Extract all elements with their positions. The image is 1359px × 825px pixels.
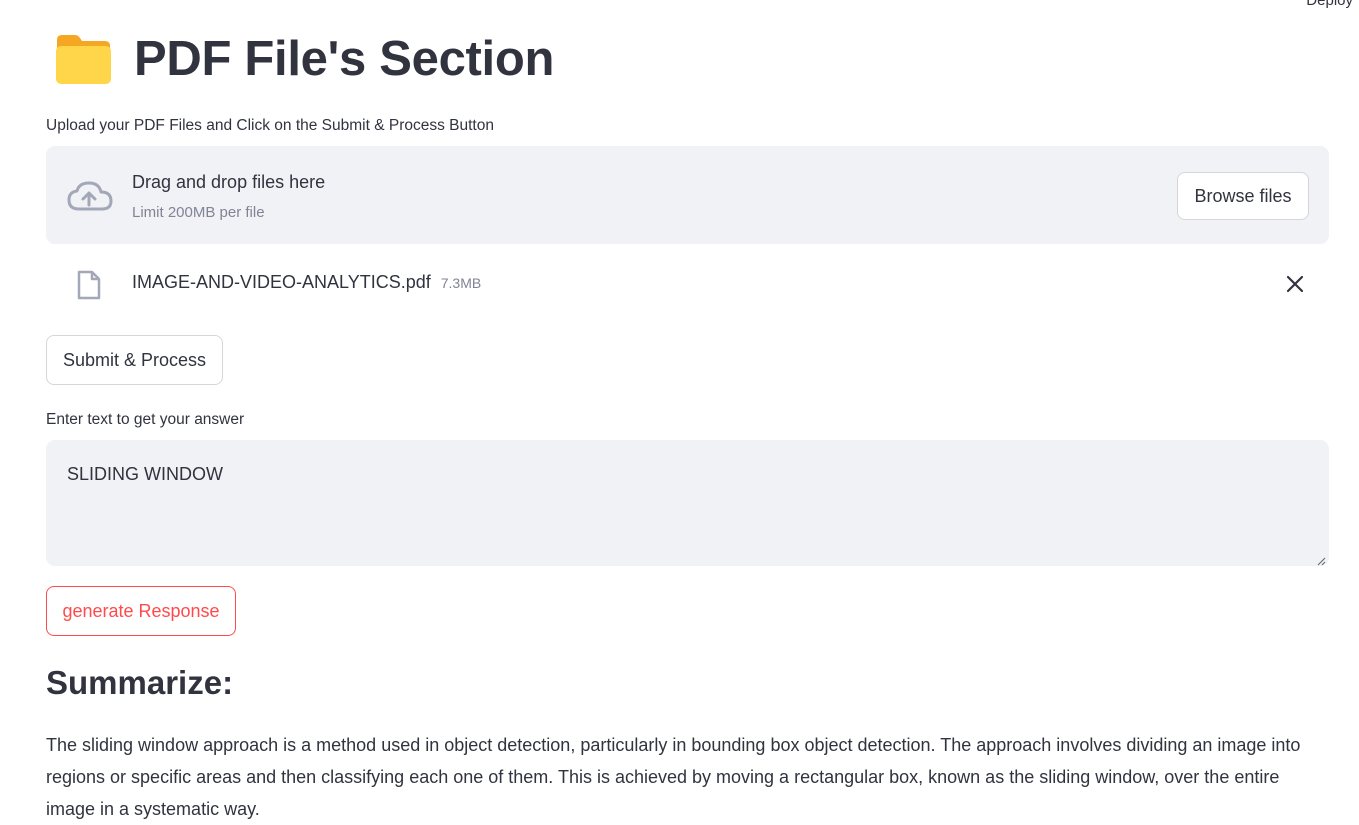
cloud-upload-icon xyxy=(66,180,114,212)
uploaded-file-item: IMAGE-AND-VIDEO-ANALYTICS.pdf 7.3MB xyxy=(46,262,1329,308)
summary-heading: Summarize: xyxy=(46,664,234,701)
summary-text: The sliding window approach is a method … xyxy=(46,735,1301,819)
remove-file-close-icon[interactable] xyxy=(1285,274,1305,294)
page-header: PDF File's Section xyxy=(54,26,554,92)
browse-files-button[interactable]: Browse files xyxy=(1177,172,1309,220)
file-dropzone[interactable]: Drag and drop files here Limit 200MB per… xyxy=(46,146,1329,244)
question-label: Enter text to get your answer xyxy=(46,411,245,428)
folder-icon xyxy=(54,32,112,86)
deploy-button[interactable]: Deploy xyxy=(1306,0,1353,9)
dropzone-title: Drag and drop files here xyxy=(132,172,326,192)
uploader-label: Upload your PDF Files and Click on the S… xyxy=(46,117,494,134)
dropzone-limit: Limit 200MB per file xyxy=(132,204,265,221)
file-size: 7.3MB xyxy=(440,275,482,291)
page-title: PDF File's Section xyxy=(134,32,555,86)
question-textarea-value: SLIDING WINDOW xyxy=(67,464,223,484)
file-name-text: IMAGE-AND-VIDEO-ANALYTICS.pdf xyxy=(132,272,431,292)
submit-process-button[interactable]: Submit & Process xyxy=(46,335,223,385)
resize-handle-icon[interactable] xyxy=(1316,553,1326,566)
file-name: IMAGE-AND-VIDEO-ANALYTICS.pdf 7.3MB xyxy=(132,272,481,293)
generate-response-button[interactable]: generate Response xyxy=(46,586,236,636)
file-icon xyxy=(77,270,101,300)
question-textarea[interactable]: SLIDING WINDOW xyxy=(46,440,1329,566)
